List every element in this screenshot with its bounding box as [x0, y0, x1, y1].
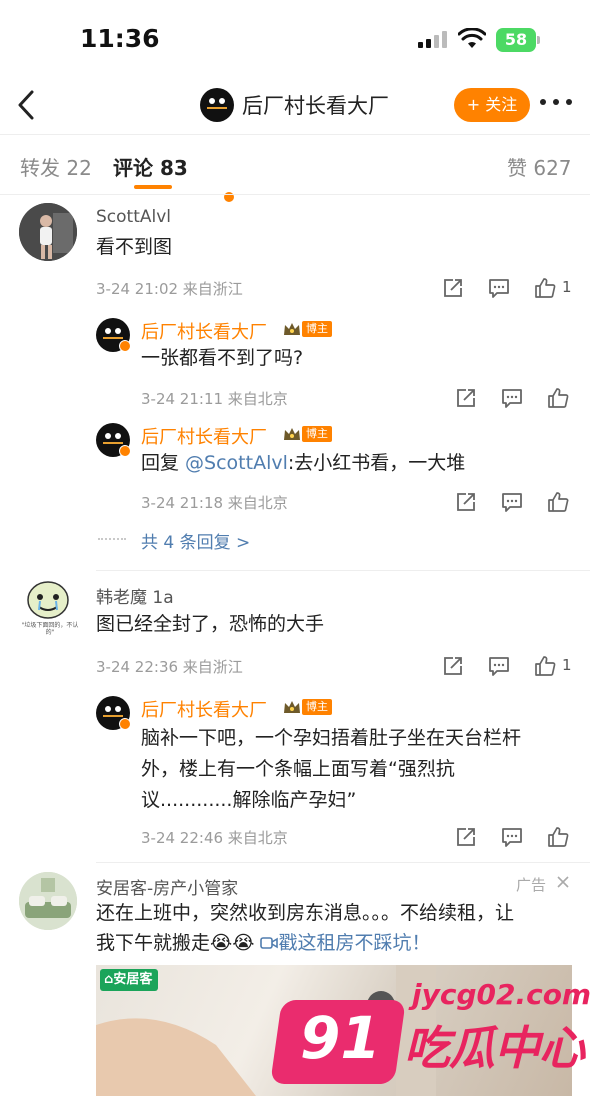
watermark-domain: jycg02.com — [412, 978, 590, 1011]
reply-meta: 3-24 21:18 来自北京 — [141, 494, 288, 512]
battery-icon: 58 — [496, 28, 540, 52]
like-icon[interactable] — [546, 386, 570, 410]
blogger-badge: 博主 — [283, 425, 332, 443]
ad-link[interactable]: 戳这租房不踩坑！ — [278, 932, 430, 954]
share-icon[interactable] — [441, 654, 465, 678]
ad-text-line: 我下午就搬走😭😭 戳这租房不踩坑！ — [96, 928, 430, 959]
blogger-avatar[interactable] — [200, 88, 234, 122]
like-icon[interactable] — [546, 825, 570, 849]
like-icon[interactable] — [546, 490, 570, 514]
comment-icon[interactable] — [487, 276, 511, 300]
reply-username[interactable]: 后厂村长看大厂 — [141, 318, 267, 344]
blogger-tag: 博主 — [302, 426, 332, 442]
signal-icon — [418, 30, 450, 48]
avatar-caption: "垃圾下面回的，不认的" — [21, 622, 79, 636]
blogger-tag: 博主 — [302, 699, 332, 715]
wifi-icon — [458, 28, 486, 48]
ad-username[interactable]: 安居客-房产小管家 — [96, 874, 238, 899]
share-icon[interactable] — [454, 490, 478, 514]
ad-label: 广告 — [516, 876, 547, 894]
comment-meta: 3-24 21:02 来自浙江 — [96, 280, 243, 298]
comment-icon[interactable] — [500, 825, 524, 849]
comment-text: 图已经全封了，恐怖的大手 — [96, 613, 325, 635]
watermark-number: 91 — [300, 1004, 381, 1072]
comment-meta: 3-24 22:36 来自浙江 — [96, 658, 243, 676]
reply-meta: 3-24 22:46 来自北京 — [141, 829, 288, 847]
reply-text: 一张都看不到了吗? — [141, 347, 304, 369]
follow-button[interactable]: + 关注 — [454, 88, 530, 122]
watermark-text: 吃瓜中心 — [404, 1021, 585, 1075]
crying-emoji-icon: 😭😭 — [210, 932, 255, 954]
comment-username[interactable]: ScottAlvl — [96, 207, 171, 227]
verified-badge-icon — [119, 340, 131, 352]
dotted-separator — [98, 538, 126, 540]
nav-title[interactable]: 后厂村长看大厂 — [242, 90, 389, 120]
reply-prefix: 回复 — [141, 452, 186, 474]
reply-body: :去小红书看，一大堆 — [287, 452, 466, 474]
more-options-icon[interactable] — [538, 96, 574, 110]
reply-meta: 3-24 21:11 来自北京 — [141, 390, 288, 408]
divider — [96, 570, 590, 571]
comment-icon[interactable] — [500, 386, 524, 410]
like-icon[interactable] — [533, 654, 557, 678]
blogger-badge: 博主 — [283, 320, 332, 338]
status-bar: 11:36 58 — [0, 0, 590, 80]
verified-badge-icon — [119, 445, 131, 457]
reply-username[interactable]: 后厂村长看大厂 — [141, 696, 267, 722]
tab-bar: 转发 22 评论 83 赞 627 — [0, 136, 590, 194]
comment-icon[interactable] — [487, 654, 511, 678]
tab-repost[interactable]: 转发 22 — [20, 152, 92, 181]
reply-text-line: 议............解除临产孕妇” — [141, 789, 357, 811]
reply-username[interactable]: 后厂村长看大厂 — [141, 423, 267, 449]
crown-icon — [284, 323, 300, 335]
comment-text: 看不到图 — [96, 236, 173, 258]
ad-avatar[interactable] — [19, 872, 77, 930]
tab-comments[interactable]: 评论 83 — [113, 152, 188, 181]
share-icon[interactable] — [454, 386, 478, 410]
comment-username[interactable]: 韩老魔 1a — [96, 583, 174, 608]
nav-bar: 后厂村长看大厂 + 关注 — [0, 80, 590, 203]
like-count: 1 — [562, 656, 572, 674]
back-icon[interactable] — [12, 88, 42, 122]
video-icon — [260, 937, 279, 949]
blogger-tag: 博主 — [302, 321, 332, 337]
share-icon[interactable] — [441, 276, 465, 300]
divider — [0, 134, 590, 135]
comment-icon[interactable] — [500, 490, 524, 514]
status-time: 11:36 — [80, 24, 160, 53]
ad-text-line: 还在上班中，突然收到房东消息。。。不给续租，让 — [96, 902, 515, 924]
reply-text: 回复 @ScottAlvl:去小红书看，一大堆 — [141, 448, 465, 479]
commenter-avatar[interactable] — [19, 203, 77, 261]
like-icon[interactable] — [533, 276, 557, 300]
divider — [0, 194, 590, 195]
crown-icon — [284, 701, 300, 713]
reply-text-line: 脑补一下吧，一个孕妇捂着肚子坐在天台栏杆 — [141, 727, 522, 749]
close-icon[interactable] — [555, 874, 571, 890]
tab-active-indicator — [134, 185, 172, 189]
divider — [96, 862, 590, 863]
verified-badge-icon — [119, 718, 131, 730]
share-icon[interactable] — [454, 825, 478, 849]
crown-icon — [284, 428, 300, 440]
mention-link[interactable]: @ScottAlvl — [185, 452, 288, 474]
battery-level: 58 — [496, 28, 536, 52]
like-count: 1 — [562, 278, 572, 296]
more-replies-link[interactable]: 共 4 条回复 > — [141, 528, 250, 553]
reply-text-line: 外，楼上有一个条幅上面写着“强烈抗 — [141, 758, 455, 780]
ad-text-line2: 我下午就搬走 — [96, 932, 211, 954]
blogger-badge: 博主 — [283, 698, 332, 716]
tab-likes[interactable]: 赞 627 — [507, 152, 572, 181]
